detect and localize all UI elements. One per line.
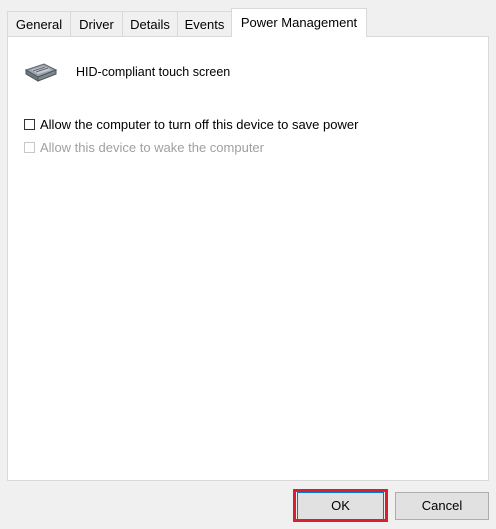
allow-turn-off-label[interactable]: Allow the computer to turn off this devi…	[40, 117, 358, 132]
tab-content-panel: HID-compliant touch screen Allow the com…	[7, 36, 489, 481]
tab-power-management[interactable]: Power Management	[231, 8, 367, 37]
tab-general[interactable]: General	[7, 11, 71, 36]
tab-driver[interactable]: Driver	[70, 11, 123, 36]
tab-events[interactable]: Events	[177, 11, 232, 36]
tab-details[interactable]: Details	[122, 11, 178, 36]
allow-turn-off-checkbox[interactable]	[24, 118, 35, 130]
cancel-button[interactable]: Cancel	[395, 492, 489, 520]
device-name: HID-compliant touch screen	[76, 65, 231, 79]
allow-wake-checkbox	[24, 141, 35, 153]
ok-button[interactable]: OK	[297, 492, 384, 520]
allow-wake-option: Allow this device to wake the computer	[24, 138, 264, 156]
tab-strip: General Driver Details Events Power Mana…	[7, 8, 489, 37]
allow-wake-label: Allow this device to wake the computer	[40, 139, 264, 155]
touch-screen-device-icon	[24, 57, 58, 85]
allow-turn-off-option[interactable]: Allow the computer to turn off this devi…	[24, 115, 358, 133]
